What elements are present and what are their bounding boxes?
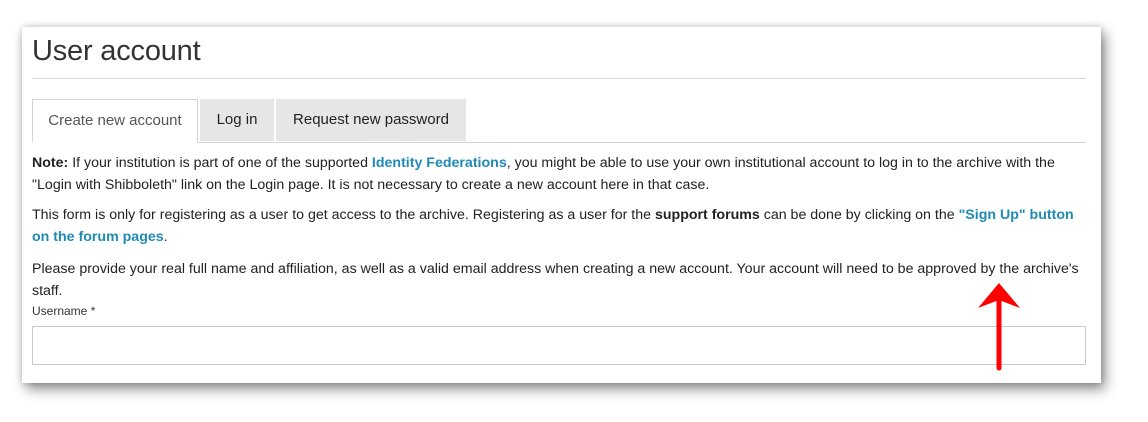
- info-text-2: can be done by clicking on the: [759, 207, 959, 223]
- user-account-panel: User account Create new account Log in R…: [22, 27, 1101, 383]
- registration-info: This form is only for registering as a u…: [32, 204, 1090, 248]
- note-label: Note:: [32, 155, 69, 171]
- account-tabs: Create new account Log in Request new pa…: [32, 99, 1086, 143]
- username-label: Username *: [32, 304, 96, 318]
- account-instructions: Please provide your real full name and a…: [32, 261, 1079, 299]
- info-text-1: This form is only for registering as a u…: [32, 207, 655, 223]
- username-input[interactable]: [32, 326, 1086, 365]
- identity-federations-link[interactable]: Identity Federations: [372, 155, 507, 171]
- support-forums-text: support forums: [654, 207, 760, 223]
- tab-request-new-password[interactable]: Request new password: [276, 99, 466, 141]
- page-title: User account: [32, 35, 201, 67]
- info-text-3: .: [163, 229, 168, 245]
- federation-note: Note: If your institution is part of one…: [32, 152, 1090, 196]
- red-arrow-up-icon: [978, 283, 1020, 371]
- note-text-1: If your institution is part of one of th…: [68, 155, 372, 171]
- title-divider: [32, 78, 1086, 79]
- tab-log-in[interactable]: Log in: [200, 99, 274, 141]
- tab-create-new-account[interactable]: Create new account: [32, 99, 198, 143]
